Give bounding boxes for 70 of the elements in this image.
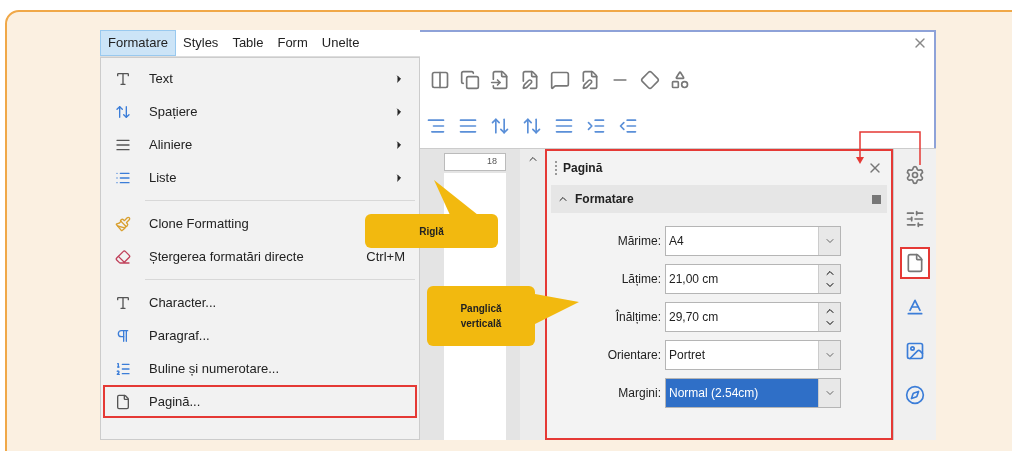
dropdown-field[interactable]: A4 — [665, 226, 841, 256]
menu-item[interactable]: Aliniere — [103, 128, 417, 161]
menu-item[interactable]: Liste — [103, 161, 417, 194]
letter-icon — [115, 294, 131, 311]
field-label: Lățime: — [620, 271, 662, 288]
toolbar-icon[interactable] — [490, 116, 510, 136]
menu-bar-item[interactable]: Form — [270, 30, 315, 56]
menu-item-label: Ștergerea formatări directe — [149, 247, 304, 266]
menu-item[interactable]: Text — [103, 62, 417, 95]
toolbar-icon[interactable] — [580, 70, 600, 90]
compass-icon — [905, 385, 925, 405]
menu-item[interactable]: Buline și numerotare... — [103, 352, 417, 385]
menu-item[interactable]: Paragraf... — [103, 319, 417, 352]
spin-field[interactable]: 29,70 cm — [665, 302, 841, 332]
menu-item-label: Liste — [149, 168, 177, 187]
page-icon — [115, 393, 131, 410]
menu-item-label: Clone Formatting — [149, 214, 249, 233]
menu-item-label: Buline și numerotare... — [149, 359, 280, 378]
menu-item[interactable]: Pagină... — [103, 385, 417, 418]
page-icon — [905, 253, 925, 273]
section-header[interactable]: Formatare — [551, 185, 887, 213]
letter-icon — [905, 297, 925, 317]
toolbar-icon[interactable] — [640, 70, 660, 90]
toolbar-icon[interactable] — [522, 116, 542, 136]
toolbar-icon[interactable] — [490, 70, 510, 90]
image-icon — [905, 341, 925, 361]
toolbar-icon[interactable] — [550, 70, 570, 90]
toolbar-icon[interactable] — [586, 116, 606, 136]
paintbrush-icon — [115, 215, 131, 232]
page-tab[interactable] — [900, 247, 930, 279]
menu-item-label: Text — [149, 69, 173, 88]
menu-item-label: Pagină... — [149, 392, 201, 411]
dropdown-field[interactable]: Normal (2.54cm) — [665, 378, 841, 408]
spacing-icon — [115, 103, 131, 120]
callout-pointer-icon — [432, 178, 478, 215]
menu-item-label: Aliniere — [149, 135, 193, 154]
ruler: 18 — [444, 153, 506, 171]
menu-item[interactable]: Character... — [103, 286, 417, 319]
menu-bar-item[interactable]: Unelte — [314, 30, 367, 56]
field-label: Înălțime: — [614, 308, 662, 326]
menu-item-label: Character... — [149, 293, 217, 312]
menu-item-label: Paragraf... — [149, 326, 210, 345]
callout-pointer-icon — [535, 294, 579, 324]
menu-bar-item[interactable]: Formatare — [100, 30, 176, 56]
field-label: Margini: — [617, 385, 662, 402]
menu-item-label: Spațiere — [149, 102, 198, 121]
sliders-icon — [905, 209, 925, 229]
field-label: Orientare: — [606, 347, 662, 364]
menu-bar-item[interactable]: Table — [225, 30, 271, 56]
toolbar-icon[interactable] — [458, 116, 478, 136]
dropdown-field[interactable]: Portret — [665, 340, 841, 370]
toolbar-icon[interactable] — [618, 116, 638, 136]
toolbar-icon[interactable] — [554, 116, 574, 136]
gear-icon — [905, 165, 925, 185]
menu-bar-item[interactable]: Styles — [175, 30, 226, 56]
menu-item[interactable]: Spațiere — [103, 95, 417, 128]
numbered-list-icon — [115, 360, 131, 377]
spin-field[interactable]: 21,00 cm — [665, 264, 841, 294]
eraser-icon — [115, 248, 131, 265]
field-label: Mărime: — [616, 233, 662, 250]
panel-title: Pagină — [563, 160, 604, 177]
more-options-icon[interactable] — [872, 194, 881, 204]
toolbar-icon[interactable] — [520, 70, 540, 90]
shortcut-label: Ctrl+M — [366, 247, 405, 266]
pilcrow-icon — [115, 327, 131, 344]
toolbar-icon[interactable] — [426, 116, 446, 136]
toolbar-icon[interactable] — [430, 70, 450, 90]
letter-icon — [115, 70, 131, 87]
toolbar-icon[interactable] — [670, 70, 690, 90]
toolbar-icon[interactable] — [460, 70, 480, 90]
